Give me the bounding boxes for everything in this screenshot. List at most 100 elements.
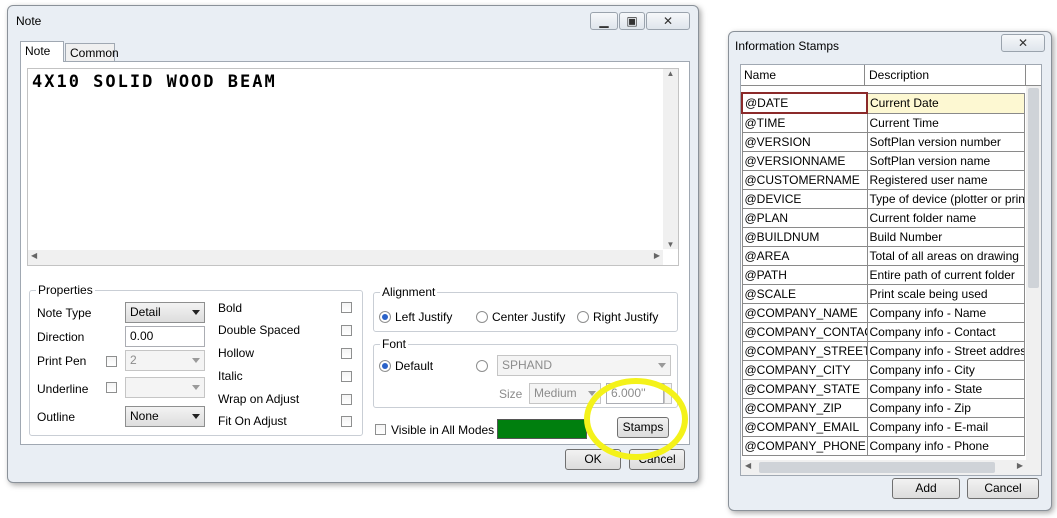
note-vscroll[interactable]: ▲ ▼ — [663, 69, 678, 249]
stamp-description: Build Number — [866, 227, 1025, 247]
highlight-circle — [584, 378, 688, 460]
center-justify-label: Center Justify — [492, 310, 566, 324]
stamp-name: @COMPANY_ZIP — [741, 398, 868, 418]
fit-on-adjust-label: Fit On Adjust — [218, 414, 287, 428]
left-justify-label: Left Justify — [395, 310, 453, 324]
stamp-description: Total of all areas on drawing — [866, 246, 1025, 266]
stamps-list: Name Description @DATE Current Date @TIME C… — [740, 64, 1042, 476]
close-button[interactable]: ✕ — [646, 12, 690, 30]
table-row[interactable]: @PATH Entire path of current folder — [741, 265, 1025, 285]
underline-select[interactable] — [125, 377, 205, 398]
note-type-label: Note Type — [37, 306, 92, 320]
tab-note[interactable]: Note — [20, 41, 64, 62]
column-header-name[interactable]: Name — [741, 65, 865, 85]
stamp-name: @AREA — [741, 246, 868, 266]
table-row[interactable]: @COMPANY_CONTACT Company info - Contact — [741, 322, 1025, 342]
scroll-thumb[interactable] — [759, 462, 995, 473]
table-row[interactable]: @TIME Current Time — [741, 112, 1025, 133]
scroll-right-icon: ▶ — [653, 251, 660, 260]
maximize-button[interactable]: ▣ — [619, 12, 645, 30]
outline-select[interactable]: None — [125, 406, 205, 427]
tab-common[interactable]: Common — [65, 43, 119, 62]
scroll-left-icon: ◀ — [745, 461, 752, 470]
stamp-description: Entire path of current folder — [866, 265, 1025, 285]
stamps-hscroll[interactable]: ◀ ▶ — [741, 460, 1041, 475]
custom-font-radio[interactable] — [476, 360, 488, 372]
table-row[interactable]: @SCALE Print scale being used — [741, 284, 1025, 304]
scroll-thumb[interactable] — [1028, 88, 1039, 288]
print-pen-select[interactable]: 2 — [125, 350, 205, 371]
stamp-description: Company info - Contact — [866, 322, 1025, 342]
print-pen-label: Print Pen — [37, 354, 87, 368]
direction-field[interactable]: 0.00 — [125, 326, 205, 347]
default-font-label: Default — [395, 359, 434, 373]
italic-label: Italic — [218, 369, 243, 383]
table-row[interactable]: @VERSIONNAME SoftPlan version name — [741, 151, 1025, 171]
italic-checkbox[interactable] — [341, 371, 352, 382]
stamp-description: Company info - E-mail — [866, 417, 1025, 437]
chevron-down-icon — [192, 310, 200, 315]
stamp-description: Company info - City — [866, 360, 1025, 380]
stamp-description: Type of device (plotter or printer — [866, 189, 1025, 209]
note-type-select[interactable]: Detail — [125, 302, 205, 323]
table-row[interactable]: @AREA Total of all areas on drawing — [741, 246, 1025, 266]
tab-common-label: Common — [70, 46, 119, 60]
stamp-name: @BUILDNUM — [741, 227, 868, 247]
table-row[interactable]: @COMPANY_STREET Company info - Street add… — [741, 341, 1025, 361]
double-spaced-checkbox[interactable] — [341, 325, 352, 336]
table-row[interactable]: @PLAN Current folder name — [741, 208, 1025, 228]
underline-label: Underline — [37, 382, 89, 396]
stamp-name: @PLAN — [741, 208, 868, 228]
right-justify-radio[interactable] — [577, 311, 589, 323]
alignment-group-label: Alignment — [380, 285, 438, 299]
table-row[interactable]: @DEVICE Type of device (plotter or printe… — [741, 189, 1025, 209]
table-row[interactable]: @COMPANY_CITY Company info - City — [741, 360, 1025, 380]
left-justify-radio[interactable] — [379, 311, 391, 323]
minimize-button[interactable]: ▁ — [590, 12, 618, 30]
hollow-checkbox[interactable] — [341, 348, 352, 359]
bold-checkbox[interactable] — [341, 302, 352, 313]
table-row[interactable]: @COMPANY_NAME Company info - Name — [741, 303, 1025, 323]
table-row[interactable]: @COMPANY_EMAIL Company info - E-mail — [741, 417, 1025, 437]
table-row[interactable]: @COMPANY_ZIP Company info - Zip — [741, 398, 1025, 418]
table-row[interactable]: @BUILDNUM Build Number — [741, 227, 1025, 247]
add-button[interactable]: Add — [892, 478, 960, 499]
note-textarea[interactable]: 4X10 SOLID WOOD BEAM ▲ ▼ ◀ ▶ — [27, 68, 679, 266]
outline-value: None — [130, 409, 159, 423]
table-row[interactable]: @COMPANY_PHONE Company info - Phone — [741, 436, 1025, 456]
stamps-vscroll[interactable] — [1026, 86, 1041, 460]
stamp-name: @COMPANY_STATE — [741, 379, 868, 399]
underline-checkbox[interactable] — [106, 382, 117, 393]
column-header-description[interactable]: Description — [866, 65, 1026, 85]
stamp-description: Current folder name — [866, 208, 1025, 228]
table-row[interactable]: @COMPANY_STATE Company info - State — [741, 379, 1025, 399]
stamp-name: @PATH — [741, 265, 868, 285]
outline-label: Outline — [37, 410, 76, 424]
wrap-on-adjust-checkbox[interactable] — [341, 394, 352, 405]
table-row[interactable]: @VERSION SoftPlan version number — [741, 132, 1025, 152]
visible-all-modes-checkbox[interactable] — [375, 424, 386, 435]
tab-note-label: Note — [25, 44, 51, 58]
double-spaced-label: Double Spaced — [218, 323, 301, 337]
note-hscroll[interactable]: ◀ ▶ — [28, 250, 663, 265]
table-row[interactable]: @DATE Current Date — [741, 92, 1025, 114]
font-name-select[interactable]: SPHAND — [497, 355, 671, 376]
bold-label: Bold — [218, 301, 243, 315]
stamps-dialog: Information Stamps ✕ Name Description @D… — [728, 31, 1052, 511]
center-justify-radio[interactable] — [476, 311, 488, 323]
scroll-up-icon: ▲ — [666, 69, 675, 78]
stamp-name: @COMPANY_CONTACT — [741, 322, 868, 342]
table-row[interactable]: @CUSTOMERNAME Registered user name — [741, 170, 1025, 190]
visible-all-modes-label: Visible in All Modes — [391, 423, 495, 437]
scroll-down-icon: ▼ — [666, 240, 675, 249]
fit-on-adjust-checkbox[interactable] — [341, 416, 352, 427]
color-swatch[interactable] — [497, 419, 587, 439]
stamps-close-button[interactable]: ✕ — [1001, 34, 1045, 52]
print-pen-checkbox[interactable] — [106, 356, 117, 367]
stamps-cancel-button[interactable]: Cancel — [967, 478, 1039, 499]
stamp-description: Company info - Street address — [866, 341, 1025, 361]
default-font-radio[interactable] — [379, 360, 391, 372]
stamp-name: @COMPANY_STREET — [741, 341, 868, 361]
stamp-name: @COMPANY_NAME — [741, 303, 868, 323]
stamp-name: @VERSION — [741, 132, 868, 152]
